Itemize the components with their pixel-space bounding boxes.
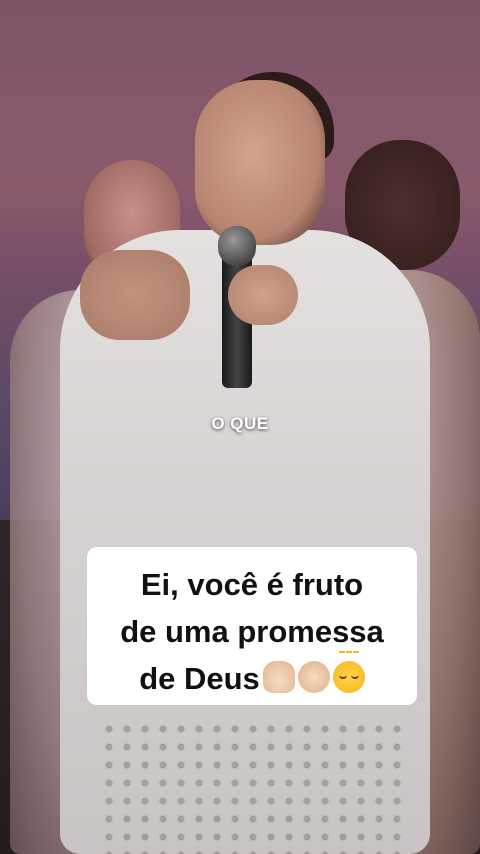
caption-line-1: Ei, você é fruto xyxy=(140,567,364,602)
caption-overlay: Ei, você é fruto de uma promessa de Deus xyxy=(87,547,417,705)
pointing-hand-icon xyxy=(297,661,330,693)
speaker-head xyxy=(195,80,325,245)
relieved-face-icon xyxy=(332,651,365,693)
microphone-head xyxy=(218,226,256,266)
caption-line-3-text: de Deus xyxy=(139,661,260,696)
spoken-subtitle: O QUE xyxy=(211,414,269,433)
caption-line-2: de uma promessa xyxy=(120,614,384,649)
caption-line-3: de Deus xyxy=(95,651,409,702)
speaker-gesturing-hand xyxy=(80,250,190,340)
speaker-holding-hand xyxy=(228,265,298,325)
dress-lace-pattern xyxy=(100,720,410,854)
sparkle-rays-icon xyxy=(338,651,359,661)
raising-hands-icon xyxy=(262,661,295,693)
